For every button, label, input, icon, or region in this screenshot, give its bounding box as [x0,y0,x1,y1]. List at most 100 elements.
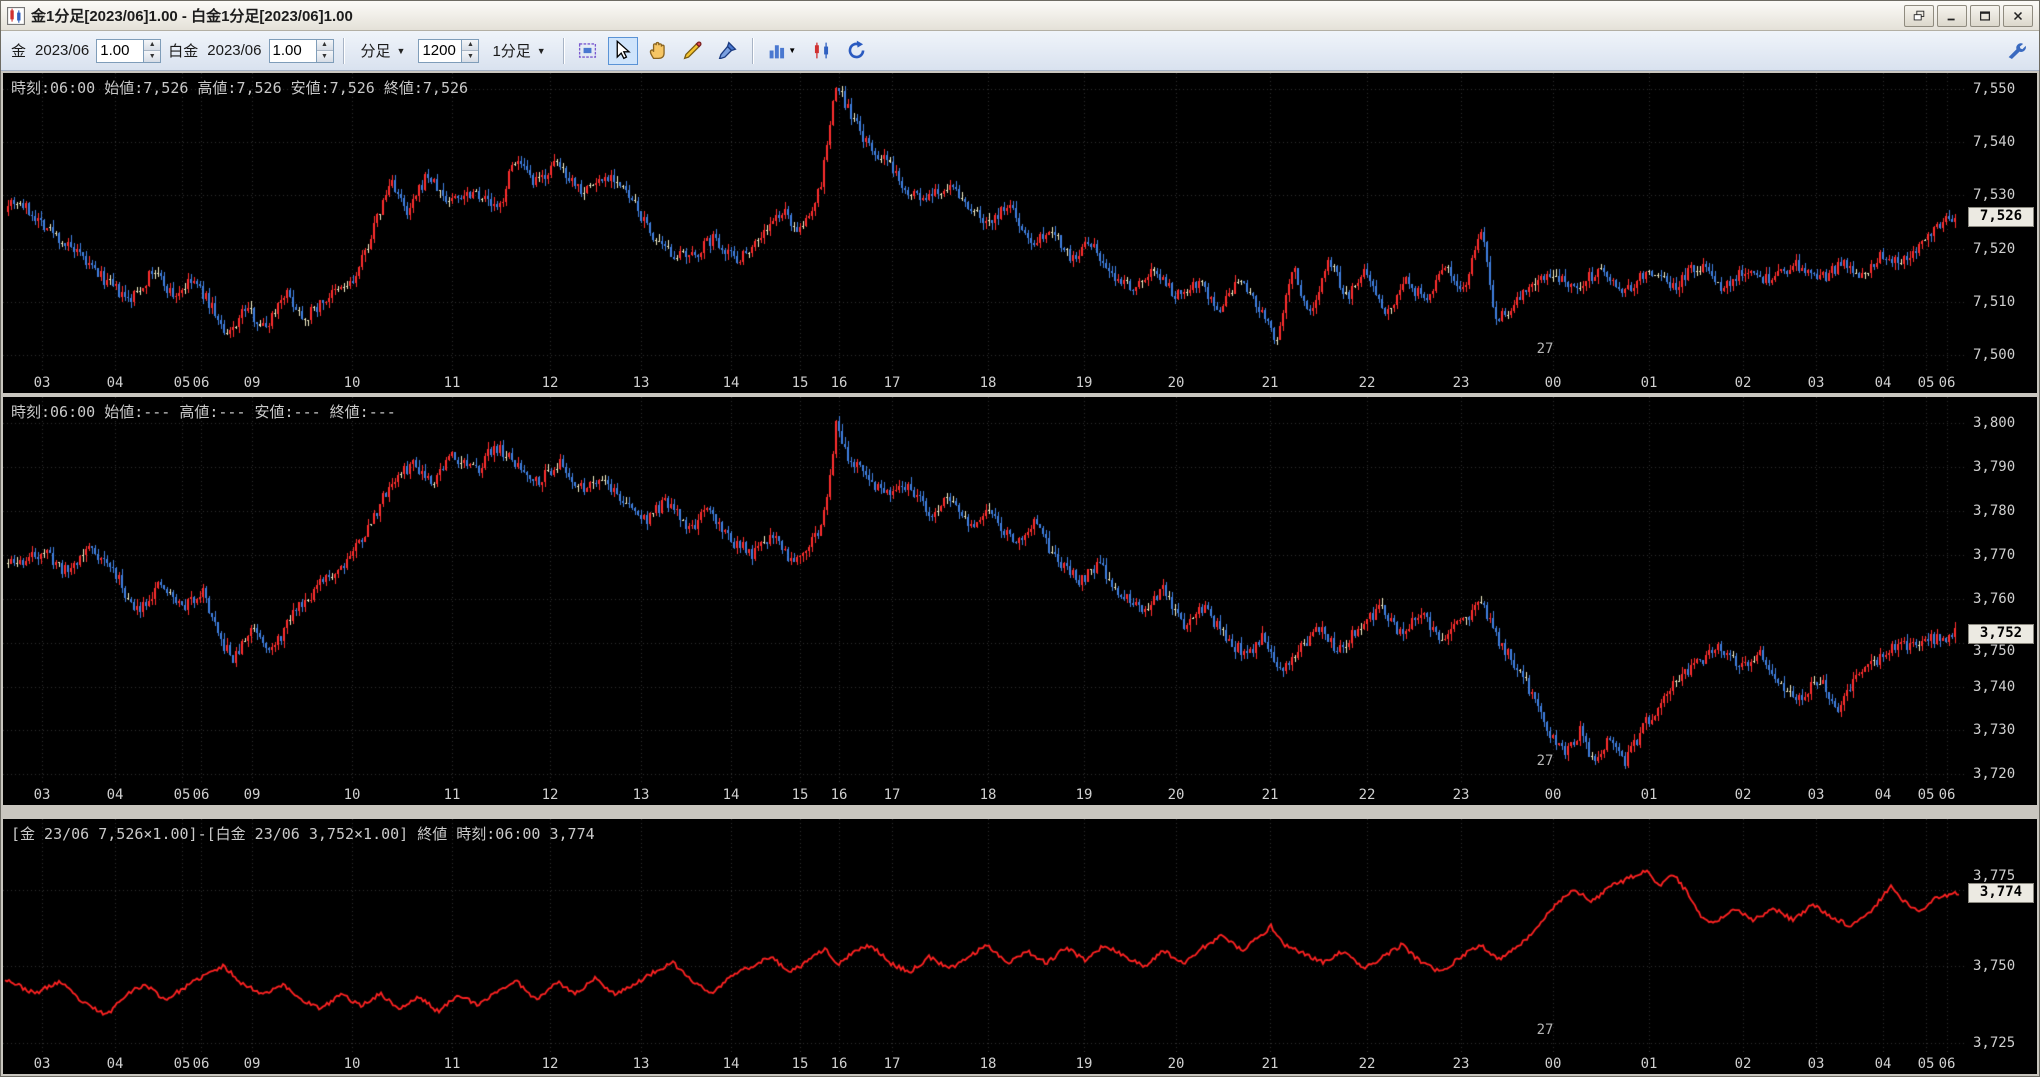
x-axis-label: 00 [1544,787,1562,803]
x-axis-label: 02 [1734,375,1752,391]
bar-count-down-button[interactable]: ▼ [462,50,479,62]
gold-contract-label: 2023/06 [35,42,90,59]
x-axis-label: 10 [343,1056,361,1072]
close-button[interactable] [2003,4,2033,27]
gold-multiplier-up-button[interactable]: ▲ [144,39,161,50]
cursor-icon [616,40,631,60]
x-axis-label: 22 [1358,1056,1376,1072]
spin-down-icon: ▼ [466,52,474,60]
x-axis-label: 20 [1167,787,1185,803]
bar-count-up-button[interactable]: ▲ [462,39,479,50]
platinum-multiplier-up-button[interactable]: ▲ [316,39,333,50]
spin-up-icon: ▲ [321,41,328,49]
x-axis-label: 05 [173,787,191,803]
platinum-last-price-badge: 3,752 [1968,624,2034,644]
platinum-chart-canvas[interactable] [3,397,1965,783]
x-axis-label: 17 [883,1056,901,1072]
candle-style-button[interactable] [807,37,837,65]
x-axis-label: 19 [1075,1056,1093,1072]
spread-chart-canvas[interactable] [3,819,1965,1052]
float-window-button[interactable] [1904,4,1934,27]
y-axis-label: 3,730 [1973,722,2016,738]
x-axis-label: 10 [343,787,361,803]
x-axis-label: 23 [1452,787,1470,803]
x-axis-label: 06 [1938,375,1956,391]
x-axis-label: 02 [1734,787,1752,803]
bar-count-input[interactable] [419,39,462,62]
gold-chart-canvas[interactable] [3,73,1965,371]
platinum-chart-panel: 時刻:06:00 始値:--- 高値:--- 安値:--- 終値:--- 3,7… [3,397,2037,805]
x-axis-label: 19 [1075,375,1093,391]
toolbar: 金 2023/06 ▲ ▼ 白金 2023/06 ▲ ▼ 分足 ▼ ▲ [1,31,2039,71]
pencil-tool-button[interactable] [678,37,708,65]
x-axis-label: 01 [1640,787,1658,803]
x-axis-label: 19 [1075,787,1093,803]
bar-type-dropdown[interactable]: 分足 ▼ [353,38,414,64]
x-axis-label: 13 [632,375,650,391]
window-title: 金1分足[2023/06]1.00 - 白金1分足[2023/06]1.00 [31,8,353,25]
x-axis-label: 09 [243,787,261,803]
x-axis-label: 04 [1874,1056,1892,1072]
toolbar-separator [751,37,753,64]
x-axis-label: 04 [1874,787,1892,803]
app-window: 金1分足[2023/06]1.00 - 白金1分足[2023/06]1.00 金… [0,0,2040,1077]
gold-price-axis[interactable]: 7,526 7,550 7,540 7,530 7,520 7,510 7,500 [1965,73,2037,371]
x-axis-label: 20 [1167,1056,1185,1072]
x-axis-label: 20 [1167,375,1185,391]
bar-count-spinner: ▲ ▼ [418,38,480,63]
hand-tool-button[interactable] [643,37,673,65]
spread-time-axis[interactable]: 03 04 05 06 09 10 11 12 13 14 15 16 17 18 19 20 21 22 23 00… [3,1052,2037,1074]
platinum-price-axis[interactable]: 3,752 3,800 3,790 3,780 3,770 3,760 3,750 3,74… [1965,397,2037,783]
x-axis-label: 13 [632,1056,650,1072]
x-axis-label: 10 [343,375,361,391]
pointer-tool-button[interactable] [607,36,638,65]
x-axis-label: 11 [443,787,461,803]
x-axis-label: 21 [1261,1056,1279,1072]
x-axis-label: 21 [1261,787,1279,803]
spin-down-icon: ▼ [148,52,156,60]
x-axis-label: 06 [1938,1056,1956,1072]
y-axis-label: 3,720 [1973,766,2016,782]
x-axis-label: 04 [106,1056,124,1072]
x-axis-label: 09 [243,375,261,391]
maximize-button[interactable] [1970,4,2000,27]
y-axis-label: 7,530 [1973,187,2016,203]
minimize-button[interactable] [1937,4,1967,27]
x-axis-label: 22 [1358,787,1376,803]
x-axis-label: 01 [1640,1056,1658,1072]
refresh-button[interactable] [842,37,872,65]
chevron-down-icon: ▼ [788,46,797,55]
spin-up-icon: ▲ [148,41,156,49]
panel-splitter[interactable] [3,805,2037,819]
chart-region-select-button[interactable] [573,37,603,65]
x-axis-label: 04 [1874,375,1892,391]
x-axis-label: 23 [1452,375,1470,391]
platinum-multiplier-input[interactable] [269,39,316,62]
x-axis-label: 17 [883,787,901,803]
marker-pin-tool-button[interactable] [713,37,743,65]
x-axis-label: 06 [192,787,210,803]
platinum-time-axis[interactable]: 03 04 05 06 09 10 11 12 13 14 15 16 17 18 19 20 21 22 23 00… [3,783,2037,805]
x-axis-label: 11 [443,1056,461,1072]
date-label: 27 [1536,1022,1554,1038]
close-icon [2013,11,2023,20]
platinum-multiplier-spinner: ▲ ▼ [268,38,334,63]
x-axis-label: 00 [1544,375,1562,391]
spread-price-axis[interactable]: 3,774 3,775 3,750 3,725 [1965,819,2037,1052]
gold-multiplier-input[interactable] [97,39,144,62]
gold-last-price-badge: 7,526 [1968,207,2034,227]
platinum-multiplier-down-button[interactable]: ▼ [316,50,333,62]
settings-wrench-button[interactable] [2001,37,2031,65]
interval-dropdown[interactable]: 1分足 ▼ [484,38,553,64]
gold-time-axis[interactable]: 03 04 05 06 09 10 11 12 13 14 15 16 17 18 19 20 21 22 23 00… [3,371,2037,393]
gold-multiplier-down-button[interactable]: ▼ [144,50,161,62]
y-axis-label: 7,520 [1973,241,2016,257]
x-axis-label: 18 [979,375,997,391]
y-axis-label: 3,790 [1973,459,2016,475]
y-axis-label: 3,750 [1973,643,2016,659]
y-axis-label: 3,725 [1973,1035,2016,1051]
x-axis-label: 03 [33,375,51,391]
chart-type-menu-button[interactable]: ▼ [762,37,802,65]
date-label: 27 [1536,753,1554,769]
title-bar[interactable]: 金1分足[2023/06]1.00 - 白金1分足[2023/06]1.00 [1,1,2039,31]
